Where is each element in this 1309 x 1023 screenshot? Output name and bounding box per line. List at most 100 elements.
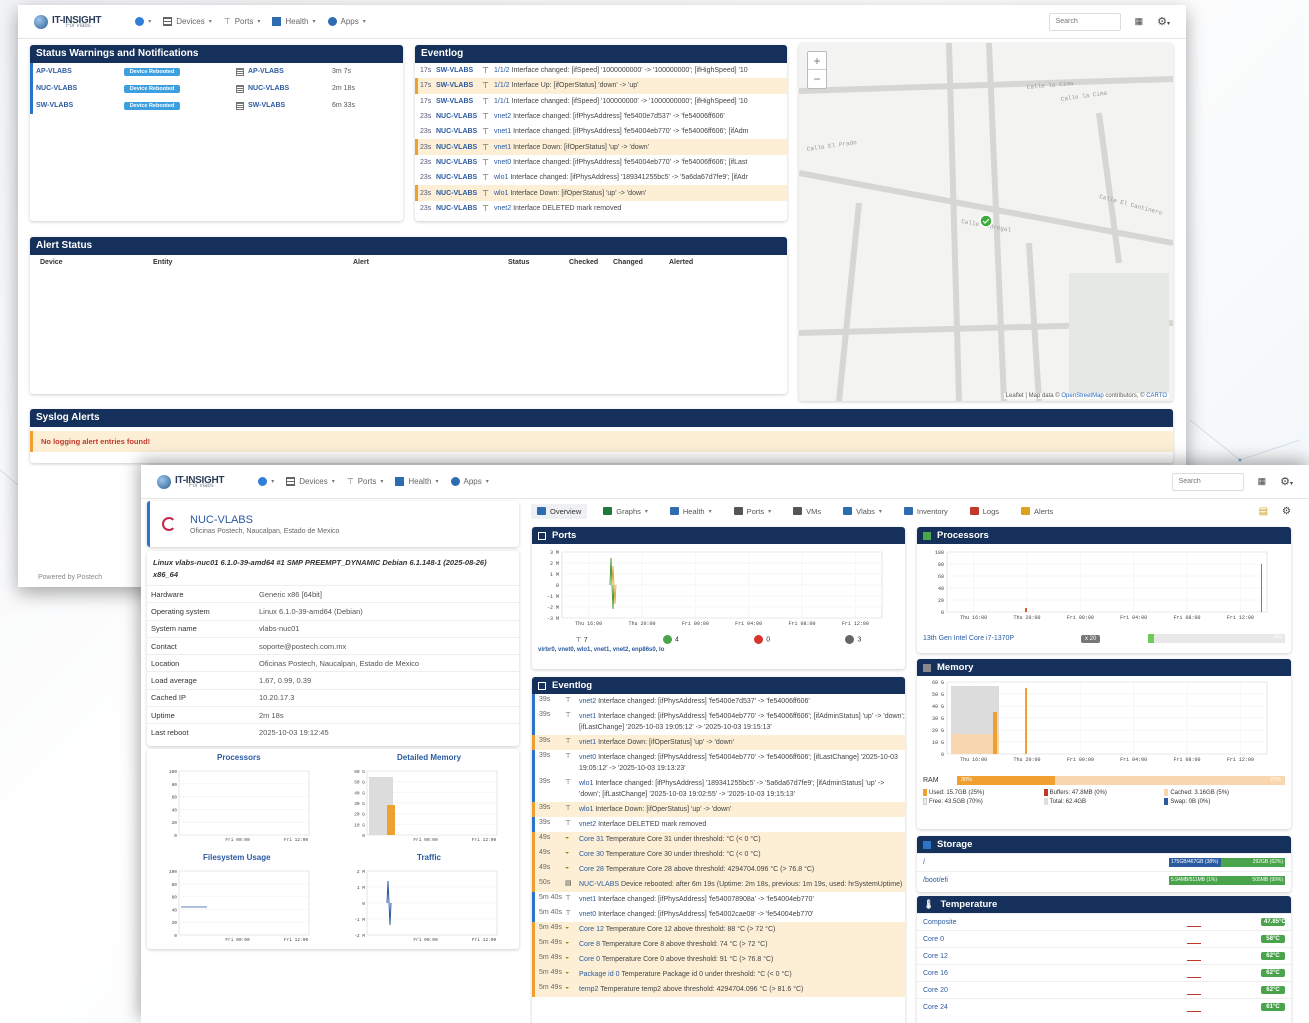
tab-logs[interactable]: Logs — [964, 504, 1005, 519]
event-device[interactable]: SW-VLABS — [436, 82, 482, 89]
eventlog-row[interactable]: 23s NUC-VLABS ⊤ vnet0 Interface changed: [i… — [415, 155, 787, 170]
ports-traffic-graph[interactable]: 3 M 2 M 1 M 0 -1 M -2 M -3 M Thu 16:00 Thu 20:00… — [532, 544, 905, 630]
event-entity[interactable]: vnet1 — [579, 739, 596, 746]
event-entity[interactable]: Core 30 — [579, 851, 604, 858]
processors-graph[interactable]: 100 80 60 40 20 0 Thu 16:00 Thu 20:00 Fri 00:00 F… — [917, 544, 1291, 630]
osm-link[interactable]: OpenStreetMap — [1061, 393, 1103, 399]
event-entity[interactable]: vnet1 — [579, 896, 596, 903]
eventlog-row[interactable]: 23s NUC-VLABS ⊤ wlo1 Interface Down: [ifOpe… — [415, 185, 787, 201]
ports-down[interactable]: 0 — [754, 635, 770, 644]
zoom-out-button[interactable]: − — [808, 70, 826, 88]
event-entity[interactable]: NUC-VLABS — [579, 881, 619, 888]
temperature-row[interactable]: Composite 47.85°C — [917, 913, 1291, 930]
grid-icon[interactable]: ▦ — [1135, 16, 1144, 27]
event-entity[interactable]: vnet2 — [494, 113, 511, 120]
event-device[interactable]: SW-VLABS — [436, 98, 482, 105]
event-device[interactable]: NUC-VLABS — [436, 174, 482, 181]
device-event-row[interactable]: 39s ⊤ vnet0 Interface changed: [ifPhysAddr… — [532, 750, 905, 776]
event-entity[interactable]: wlo1 — [494, 174, 508, 181]
device-event-row[interactable]: 5m 49s ◒ Core 0 Temperature Core 0 above t… — [532, 952, 905, 967]
zoom-in-button[interactable]: + — [808, 52, 826, 70]
eventlog-row[interactable]: 23s NUC-VLABS ⊤ vnet1 Interface Down: [ifOp… — [415, 139, 787, 155]
warning-entity[interactable]: SW-VLABS — [236, 101, 332, 110]
eventlog-row[interactable]: 23s NUC-VLABS ⊤ vnet1 Interface changed: [i… — [415, 124, 787, 139]
device-event-row[interactable]: 5m 40s ⊤ vnet0 Interface changed: [ifPhysA… — [532, 907, 905, 922]
notepad-icon[interactable]: ▤ — [1259, 506, 1268, 517]
device-event-row[interactable]: 5m 49s ◒ temp2 Temperature temp2 above thr… — [532, 982, 905, 997]
nav-globe[interactable]: ▾ — [135, 17, 151, 26]
event-entity[interactable]: vnet2 — [579, 698, 596, 705]
event-entity[interactable]: temp2 — [579, 986, 598, 993]
search-input[interactable] — [1048, 12, 1121, 31]
grid-icon[interactable]: ▦ — [1258, 476, 1267, 487]
processor-row[interactable]: 13th Gen Intel Core i7-1370P x 20 4% — [917, 632, 1291, 645]
device-event-row[interactable]: 39s ⊤ vnet2 Interface DELETED mark removed — [532, 817, 905, 832]
device-gear-icon[interactable]: ⚙ — [1282, 506, 1291, 517]
tab-ports[interactable]: Ports ▾ — [728, 504, 778, 519]
storage-row[interactable]: / 175GB/467GB (38%) 292GB (62%) — [917, 853, 1291, 871]
nav-ports[interactable]: ⊤ Ports ▾ — [347, 477, 384, 486]
event-entity[interactable]: 1/1/2 — [494, 82, 510, 89]
temperature-row[interactable]: Core 0 58°C — [917, 930, 1291, 947]
event-device[interactable]: NUC-VLABS — [436, 159, 482, 166]
event-entity[interactable]: wlo1 — [579, 780, 593, 787]
tab-alerts[interactable]: Alerts — [1015, 504, 1059, 519]
ports-total[interactable]: ⊤ 7 — [576, 636, 588, 644]
event-entity[interactable]: Core 28 — [579, 866, 604, 873]
eventlog-row[interactable]: 17s SW-VLABS ⊤ 1/1/2 Interface changed: [if… — [415, 63, 787, 78]
carto-link[interactable]: CARTO — [1146, 393, 1167, 399]
gear-icon[interactable]: ⚙▾ — [1280, 475, 1293, 488]
col-alerted[interactable]: Alerted — [669, 259, 693, 266]
nav-devices[interactable]: Devices ▾ — [163, 17, 212, 26]
event-entity[interactable]: Core 31 — [579, 836, 604, 843]
tab-vlabs[interactable]: Vlabs ▾ — [837, 504, 888, 519]
event-entity[interactable]: vnet1 — [494, 144, 511, 151]
device-event-row[interactable]: 39s ⊤ wlo1 Interface Down: [ifOperStatus] … — [532, 802, 905, 817]
warning-entity[interactable]: AP-VLABS — [236, 67, 332, 76]
event-entity[interactable]: vnet0 — [494, 159, 511, 166]
eventlog-row[interactable]: 23s NUC-VLABS ⊤ vnet2 Interface changed: [i… — [415, 109, 787, 124]
device-event-row[interactable]: 49s ◒ Core 28 Temperature Core 28 above th… — [532, 862, 905, 877]
device-event-row[interactable]: 5m 49s ◒ Package id 0 Temperature Package … — [532, 967, 905, 982]
event-entity[interactable]: vnet2 — [494, 205, 511, 212]
ram-row[interactable]: RAM 30% 70% — [917, 774, 1291, 787]
ports-other[interactable]: 3 — [845, 635, 861, 644]
event-device[interactable]: NUC-VLABS — [436, 128, 482, 135]
device-event-row[interactable]: 39s ⊤ vnet1 Interface changed: [ifPhysAddr… — [532, 709, 905, 735]
event-entity[interactable]: vnet0 — [579, 754, 596, 761]
nav-devices[interactable]: Devices ▾ — [286, 477, 335, 486]
event-entity[interactable]: vnet1 — [579, 713, 596, 720]
brand-logo[interactable]: IT-INSIGHT For vlabs — [157, 474, 225, 489]
tab-inventory[interactable]: Inventory — [898, 504, 954, 519]
storage-row[interactable]: /boot/efi 5.94MB/511MB (1%) 505MB (99%) — [917, 871, 1291, 889]
device-event-row[interactable]: 39s ⊤ wlo1 Interface changed: [ifPhysAddre… — [532, 776, 905, 802]
event-entity[interactable]: vnet0 — [579, 911, 596, 918]
nav-ports[interactable]: ⊤ Ports ▾ — [224, 17, 261, 26]
event-entity[interactable]: 1/1/2 — [494, 67, 510, 74]
eventlog-row[interactable]: 23s NUC-VLABS ⊤ vnet2 Interface DELETED mar… — [415, 201, 787, 216]
event-entity[interactable]: Package id 0 — [579, 971, 619, 978]
device-event-row[interactable]: 49s ◒ Core 30 Temperature Core 30 under th… — [532, 847, 905, 862]
temperature-row[interactable]: Core 24 61°C — [917, 998, 1291, 1015]
col-device[interactable]: Device — [40, 259, 153, 266]
map-panel[interactable]: Calle la Cima Calle la Cima Calle El Pra… — [799, 43, 1173, 401]
event-entity[interactable]: vnet2 — [579, 821, 596, 828]
event-device[interactable]: NUC-VLABS — [436, 190, 482, 197]
eventlog-row[interactable]: 23s NUC-VLABS ⊤ wlo1 Interface changed: [if… — [415, 170, 787, 185]
nav-apps[interactable]: Apps ▾ — [327, 17, 366, 26]
warning-device[interactable]: SW-VLABS — [36, 102, 124, 109]
device-name[interactable]: NUC-VLABS — [190, 514, 339, 526]
event-device[interactable]: NUC-VLABS — [436, 144, 482, 151]
event-entity[interactable]: wlo1 — [579, 806, 593, 813]
device-event-row[interactable]: 50s ▤ NUC-VLABS Device rebooted: after 6m … — [532, 877, 905, 892]
ports-list[interactable]: virbr0, vnet0, wlo1, vnet1, vnet2, enp86… — [532, 647, 905, 653]
status-warning-row[interactable]: SW-VLABS Device Rebooted SW-VLABS 6m 33s — [30, 97, 403, 114]
nav-health[interactable]: Health ▾ — [272, 17, 316, 26]
event-entity[interactable]: vnet1 — [494, 128, 511, 135]
tab-health[interactable]: Health ▾ — [664, 504, 718, 519]
event-entity[interactable]: Core 8 — [579, 941, 600, 948]
event-device[interactable]: NUC-VLABS — [436, 113, 482, 120]
status-warning-row[interactable]: NUC-VLABS Device Rebooted NUC-VLABS 2m 18s — [30, 80, 403, 97]
col-alert[interactable]: Alert — [353, 259, 508, 266]
gear-icon[interactable]: ⚙▾ — [1157, 15, 1170, 28]
